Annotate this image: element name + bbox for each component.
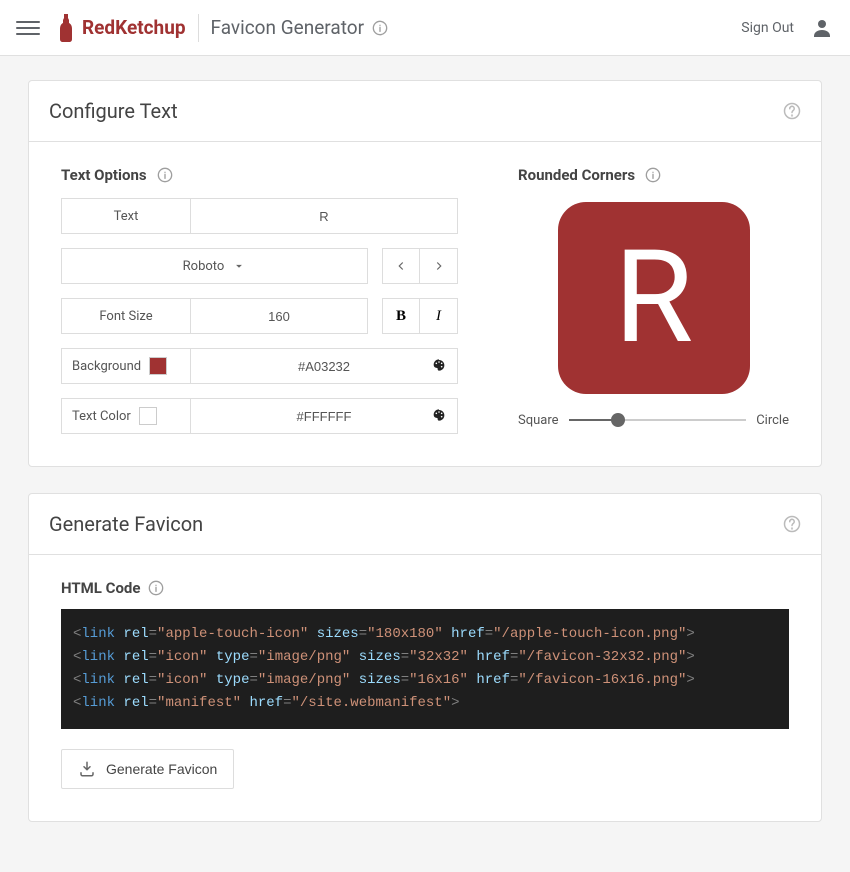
text-color-label: Text Color <box>61 398 191 434</box>
configure-text-card: Configure Text Text Options Text <box>28 80 822 467</box>
page-title: Favicon Generator <box>211 16 364 39</box>
info-icon[interactable] <box>372 20 388 36</box>
background-input[interactable] <box>191 349 457 383</box>
circle-label: Circle <box>756 413 789 428</box>
text-color-swatch[interactable] <box>139 407 157 425</box>
chevron-left-icon <box>394 259 408 273</box>
download-icon <box>78 760 96 778</box>
rounded-corners-section: Rounded Corners R Square <box>518 166 789 434</box>
header-divider <box>198 14 199 42</box>
rounded-corners-heading: Rounded Corners <box>518 166 635 184</box>
favicon-preview: R <box>558 202 750 394</box>
html-code-heading: HTML Code <box>61 579 140 597</box>
font-prev-button[interactable] <box>382 248 420 284</box>
menu-icon[interactable] <box>16 16 40 40</box>
chevron-right-icon <box>432 259 446 273</box>
text-options-section: Text Options Text Roboto <box>61 166 458 434</box>
generate-title: Generate Favicon <box>49 512 783 536</box>
bold-button[interactable]: B <box>382 298 420 334</box>
bottle-icon <box>56 14 76 42</box>
generate-favicon-card: Generate Favicon HTML Code <link rel="ap… <box>28 493 822 822</box>
text-color-input[interactable] <box>191 399 457 433</box>
app-header: RedKetchup Favicon Generator Sign Out <box>0 0 850 56</box>
font-select[interactable]: Roboto <box>61 248 368 284</box>
generate-button-label: Generate Favicon <box>106 761 217 777</box>
generate-favicon-button[interactable]: Generate Favicon <box>61 749 234 789</box>
brand-logo[interactable]: RedKetchup <box>56 14 186 42</box>
square-label: Square <box>518 413 559 428</box>
font-size-label: Font Size <box>61 298 191 334</box>
account-icon[interactable] <box>810 16 834 40</box>
background-label: Background <box>61 348 191 384</box>
font-name: Roboto <box>183 259 225 274</box>
text-options-heading: Text Options <box>61 166 147 184</box>
color-picker-icon[interactable] <box>431 358 447 374</box>
text-input[interactable] <box>191 199 457 233</box>
html-code-block[interactable]: <link rel="apple-touch-icon" sizes="180x… <box>61 609 789 729</box>
italic-button[interactable]: I <box>420 298 458 334</box>
configure-title: Configure Text <box>49 99 783 123</box>
color-picker-icon[interactable] <box>431 408 447 424</box>
font-next-button[interactable] <box>420 248 458 284</box>
caret-down-icon <box>232 259 246 273</box>
info-icon[interactable] <box>148 580 164 596</box>
info-icon[interactable] <box>157 167 173 183</box>
info-icon[interactable] <box>645 167 661 183</box>
sign-out-link[interactable]: Sign Out <box>741 20 794 36</box>
help-icon[interactable] <box>783 515 801 533</box>
corner-radius-slider[interactable] <box>569 410 747 430</box>
font-size-input[interactable] <box>191 299 367 333</box>
help-icon[interactable] <box>783 102 801 120</box>
preview-letter: R <box>614 234 693 362</box>
text-label: Text <box>61 198 191 234</box>
brand-name: RedKetchup <box>82 16 186 39</box>
background-swatch[interactable] <box>149 357 167 375</box>
